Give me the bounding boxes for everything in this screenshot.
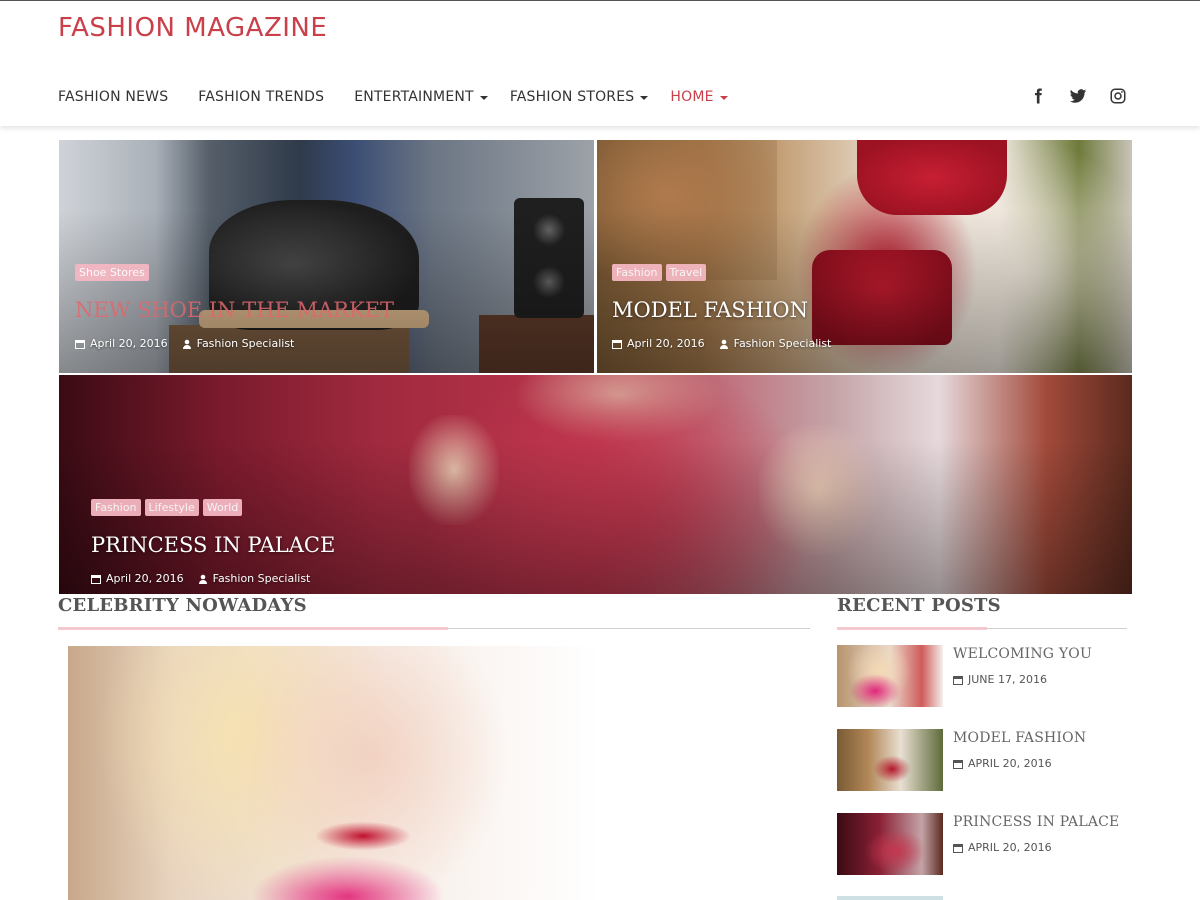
calendar-icon [953, 843, 963, 853]
category-tag[interactable]: Travel [665, 264, 707, 281]
post-date: April 20, 2016 [627, 337, 705, 350]
calendar-icon [953, 759, 963, 769]
recent-post-item: PRINCESS IN PALACE APRIL 20, 2016 [837, 813, 1137, 875]
recent-post-item: WELCOMING YOU JUNE 17, 2016 [837, 645, 1137, 707]
post-tags: Fashion Lifestyle World [91, 499, 243, 516]
nav-item-fashion-trends[interactable]: FASHION TRENDS [198, 89, 324, 105]
recent-post-thumbnail[interactable] [837, 729, 943, 791]
divider-accent [58, 627, 448, 630]
recent-post-title[interactable]: MODEL FASHION [953, 730, 1086, 746]
calendar-icon [75, 339, 85, 349]
nav-item-entertainment[interactable]: ENTERTAINMENT [354, 89, 488, 105]
recent-post-meta: APRIL 20, 2016 [953, 841, 1052, 854]
recent-post-meta: APRIL 20, 2016 [953, 757, 1052, 770]
recent-post-thumbnail[interactable] [837, 813, 943, 875]
nav-item-label: ENTERTAINMENT [354, 89, 474, 105]
post-tags: Shoe Stores [75, 264, 149, 281]
recent-post-date: JUNE 17, 2016 [968, 673, 1047, 686]
section-divider [837, 627, 1127, 630]
user-icon [198, 574, 207, 584]
post-meta: April 20, 2016 Fashion Specialist [91, 572, 310, 585]
calendar-icon [612, 339, 622, 349]
post-date: April 20, 2016 [106, 572, 184, 585]
section-title-recent-posts: RECENT POSTS [837, 595, 1001, 616]
nav-item-fashion-stores[interactable]: FASHION STORES [510, 89, 649, 105]
post-author[interactable]: Fashion Specialist [734, 337, 832, 350]
recent-post-date: APRIL 20, 2016 [968, 841, 1052, 854]
site-title[interactable]: FASHION MAGAZINE [58, 13, 327, 43]
recent-post-item: MODEL FASHION APRIL 20, 2016 [837, 729, 1137, 791]
nav-item-label: FASHION TRENDS [198, 89, 325, 105]
post-author[interactable]: Fashion Specialist [213, 572, 311, 585]
site-header: FASHION MAGAZINE FASHION NEWS FASHION TR… [0, 1, 1200, 126]
category-tag[interactable]: Fashion [91, 499, 141, 516]
post-title[interactable]: NEW SHOE IN THE MARKET [75, 298, 394, 322]
celebrity-post-image[interactable] [68, 646, 600, 900]
divider-accent [837, 627, 987, 630]
section-divider [58, 627, 810, 630]
nav-item-label: FASHION NEWS [58, 89, 169, 105]
facebook-icon[interactable] [1029, 87, 1047, 105]
calendar-icon [91, 574, 101, 584]
nav-item-label: FASHION STORES [509, 89, 635, 105]
recent-post-title[interactable]: PRINCESS IN PALACE [953, 814, 1119, 830]
category-tag[interactable]: Shoe Stores [75, 264, 149, 281]
post-title[interactable]: PRINCESS IN PALACE [91, 533, 335, 557]
post-date: April 20, 2016 [90, 337, 168, 350]
category-tag[interactable]: World [202, 499, 243, 516]
twitter-icon[interactable] [1069, 87, 1087, 105]
featured-post-2[interactable]: Fashion Travel MODEL FASHION April 20, 2… [597, 140, 1132, 373]
post-author[interactable]: Fashion Specialist [197, 337, 295, 350]
recent-post-meta: JUNE 17, 2016 [953, 673, 1047, 686]
nav-item-home[interactable]: HOME [670, 89, 728, 105]
chevron-down-icon [479, 96, 488, 100]
featured-post-3[interactable]: Fashion Lifestyle World PRINCESS IN PALA… [59, 375, 1132, 594]
post-meta: April 20, 2016 Fashion Specialist [75, 337, 294, 350]
user-icon [719, 339, 728, 349]
category-tag[interactable]: Lifestyle [144, 499, 199, 516]
nav-item-fashion-news[interactable]: FASHION NEWS [58, 89, 168, 105]
calendar-icon [953, 675, 963, 685]
category-tag[interactable]: Fashion [612, 264, 662, 281]
instagram-icon[interactable] [1109, 87, 1127, 105]
post-title[interactable]: MODEL FASHION [612, 298, 808, 322]
recent-post-thumbnail[interactable] [837, 896, 943, 900]
nav-item-label: HOME [670, 89, 714, 105]
main-nav: FASHION NEWS FASHION TRENDS ENTERTAINMEN… [58, 89, 750, 105]
featured-post-1[interactable]: Shoe Stores NEW SHOE IN THE MARKET April… [59, 140, 594, 373]
chevron-down-icon [640, 96, 649, 100]
section-title-celebrity: CELEBRITY NOWADAYS [58, 595, 307, 616]
post-tags: Fashion Travel [612, 264, 707, 281]
chevron-down-icon [719, 96, 728, 100]
post-meta: April 20, 2016 Fashion Specialist [612, 337, 831, 350]
recent-post-title[interactable]: WELCOMING YOU [953, 646, 1092, 662]
recent-post-date: APRIL 20, 2016 [968, 757, 1052, 770]
image-overlay [59, 375, 1132, 594]
recent-post-thumbnail[interactable] [837, 645, 943, 707]
user-icon [182, 339, 191, 349]
social-links [1029, 87, 1127, 105]
